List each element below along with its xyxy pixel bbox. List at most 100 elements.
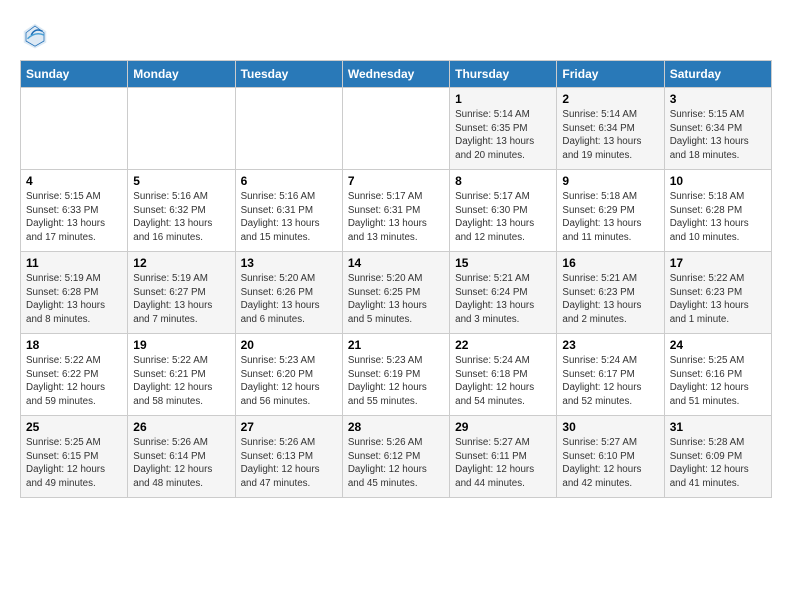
calendar-week-5: 25 Sunrise: 5:25 AMSunset: 6:15 PMDayligh… (21, 416, 772, 498)
calendar-cell: 18 Sunrise: 5:22 AMSunset: 6:22 PMDayligh… (21, 334, 128, 416)
calendar-header-row: SundayMondayTuesdayWednesdayThursdayFrid… (21, 61, 772, 88)
day-number: 1 (455, 92, 551, 106)
calendar-cell: 21Sunrise: 5:23 AMSunset: 6:19 PMDayligh… (342, 334, 449, 416)
day-info: Sunrise: 5:16 AMSunset: 6:31 PMDaylight:… (241, 190, 337, 245)
day-number: 28 (348, 420, 444, 434)
calendar-cell: 30 Sunrise: 5:27 AMSunset: 6:10 PMDayligh… (557, 416, 664, 498)
day-number: 5 (133, 174, 229, 188)
day-info: Sunrise: 5:28 AMSunset: 6:09 PMDaylight:… (670, 436, 766, 491)
calendar-cell: 8 Sunrise: 5:17 AMSunset: 6:30 PMDaylight… (450, 170, 557, 252)
day-info: Sunrise: 5:26 AMSunset: 6:14 PMDaylight:… (133, 436, 229, 491)
day-info: Sunrise: 5:16 AMSunset: 6:32 PMDaylight:… (133, 190, 229, 245)
calendar-week-3: 11Sunrise: 5:19 AMSunset: 6:28 PMDayligh… (21, 252, 772, 334)
logo-icon (20, 20, 50, 50)
calendar-cell: 27 Sunrise: 5:26 AMSunset: 6:13 PMDayligh… (235, 416, 342, 498)
header-thursday: Thursday (450, 61, 557, 88)
day-number: 18 (26, 338, 122, 352)
day-number: 6 (241, 174, 337, 188)
logo (20, 20, 54, 50)
day-number: 23 (562, 338, 658, 352)
day-info: Sunrise: 5:17 AMSunset: 6:30 PMDaylight:… (455, 190, 551, 245)
day-number: 14 (348, 256, 444, 270)
calendar-cell: 13 Sunrise: 5:20 AMSunset: 6:26 PMDayligh… (235, 252, 342, 334)
day-number: 12 (133, 256, 229, 270)
day-info: Sunrise: 5:15 AMSunset: 6:34 PMDaylight:… (670, 108, 766, 163)
header-saturday: Saturday (664, 61, 771, 88)
day-number: 7 (348, 174, 444, 188)
calendar-cell: 10 Sunrise: 5:18 AMSunset: 6:28 PMDayligh… (664, 170, 771, 252)
calendar-cell: 15 Sunrise: 5:21 AMSunset: 6:24 PMDayligh… (450, 252, 557, 334)
calendar-week-4: 18 Sunrise: 5:22 AMSunset: 6:22 PMDayligh… (21, 334, 772, 416)
day-number: 4 (26, 174, 122, 188)
day-number: 8 (455, 174, 551, 188)
calendar-cell: 5 Sunrise: 5:16 AMSunset: 6:32 PMDaylight… (128, 170, 235, 252)
day-info: Sunrise: 5:14 AMSunset: 6:34 PMDaylight:… (562, 108, 658, 163)
day-number: 15 (455, 256, 551, 270)
day-number: 17 (670, 256, 766, 270)
day-number: 10 (670, 174, 766, 188)
calendar-cell: 28Sunrise: 5:26 AMSunset: 6:12 PMDayligh… (342, 416, 449, 498)
day-info: Sunrise: 5:24 AMSunset: 6:18 PMDaylight:… (455, 354, 551, 409)
day-info: Sunrise: 5:22 AMSunset: 6:23 PMDaylight:… (670, 272, 766, 327)
header-friday: Friday (557, 61, 664, 88)
calendar-cell: 3Sunrise: 5:15 AMSunset: 6:34 PMDaylight… (664, 88, 771, 170)
day-info: Sunrise: 5:18 AMSunset: 6:28 PMDaylight:… (670, 190, 766, 245)
calendar-cell: 19 Sunrise: 5:22 AMSunset: 6:21 PMDayligh… (128, 334, 235, 416)
day-info: Sunrise: 5:20 AMSunset: 6:25 PMDaylight:… (348, 272, 444, 327)
day-info: Sunrise: 5:19 AMSunset: 6:28 PMDaylight:… (26, 272, 122, 327)
day-number: 31 (670, 420, 766, 434)
calendar-week-2: 4 Sunrise: 5:15 AMSunset: 6:33 PMDaylight… (21, 170, 772, 252)
calendar-cell: 4 Sunrise: 5:15 AMSunset: 6:33 PMDaylight… (21, 170, 128, 252)
day-info: Sunrise: 5:18 AMSunset: 6:29 PMDaylight:… (562, 190, 658, 245)
day-number: 13 (241, 256, 337, 270)
calendar-cell: 2 Sunrise: 5:14 AMSunset: 6:34 PMDaylight… (557, 88, 664, 170)
calendar-cell: 11Sunrise: 5:19 AMSunset: 6:28 PMDayligh… (21, 252, 128, 334)
day-number: 16 (562, 256, 658, 270)
day-info: Sunrise: 5:26 AMSunset: 6:13 PMDaylight:… (241, 436, 337, 491)
calendar-cell: 29Sunrise: 5:27 AMSunset: 6:11 PMDayligh… (450, 416, 557, 498)
day-info: Sunrise: 5:17 AMSunset: 6:31 PMDaylight:… (348, 190, 444, 245)
calendar-cell: 9Sunrise: 5:18 AMSunset: 6:29 PMDaylight… (557, 170, 664, 252)
calendar-cell: 25 Sunrise: 5:25 AMSunset: 6:15 PMDayligh… (21, 416, 128, 498)
calendar-cell: 17 Sunrise: 5:22 AMSunset: 6:23 PMDayligh… (664, 252, 771, 334)
day-info: Sunrise: 5:21 AMSunset: 6:24 PMDaylight:… (455, 272, 551, 327)
calendar-cell: 24Sunrise: 5:25 AMSunset: 6:16 PMDayligh… (664, 334, 771, 416)
calendar-cell: 20 Sunrise: 5:23 AMSunset: 6:20 PMDayligh… (235, 334, 342, 416)
day-number: 27 (241, 420, 337, 434)
day-info: Sunrise: 5:25 AMSunset: 6:16 PMDaylight:… (670, 354, 766, 409)
calendar-table: SundayMondayTuesdayWednesdayThursdayFrid… (20, 60, 772, 498)
day-number: 20 (241, 338, 337, 352)
day-number: 25 (26, 420, 122, 434)
day-number: 19 (133, 338, 229, 352)
calendar-cell (128, 88, 235, 170)
day-info: Sunrise: 5:19 AMSunset: 6:27 PMDaylight:… (133, 272, 229, 327)
page-header (20, 20, 772, 50)
calendar-cell (235, 88, 342, 170)
day-info: Sunrise: 5:23 AMSunset: 6:19 PMDaylight:… (348, 354, 444, 409)
day-info: Sunrise: 5:21 AMSunset: 6:23 PMDaylight:… (562, 272, 658, 327)
calendar-cell: 14 Sunrise: 5:20 AMSunset: 6:25 PMDayligh… (342, 252, 449, 334)
day-info: Sunrise: 5:25 AMSunset: 6:15 PMDaylight:… (26, 436, 122, 491)
day-number: 30 (562, 420, 658, 434)
calendar-cell: 22Sunrise: 5:24 AMSunset: 6:18 PMDayligh… (450, 334, 557, 416)
day-info: Sunrise: 5:27 AMSunset: 6:10 PMDaylight:… (562, 436, 658, 491)
day-info: Sunrise: 5:22 AMSunset: 6:22 PMDaylight:… (26, 354, 122, 409)
calendar-cell (342, 88, 449, 170)
calendar-cell: 26 Sunrise: 5:26 AMSunset: 6:14 PMDayligh… (128, 416, 235, 498)
calendar-cell: 12 Sunrise: 5:19 AMSunset: 6:27 PMDayligh… (128, 252, 235, 334)
day-info: Sunrise: 5:24 AMSunset: 6:17 PMDaylight:… (562, 354, 658, 409)
header-sunday: Sunday (21, 61, 128, 88)
calendar-cell (21, 88, 128, 170)
day-info: Sunrise: 5:20 AMSunset: 6:26 PMDaylight:… (241, 272, 337, 327)
day-info: Sunrise: 5:22 AMSunset: 6:21 PMDaylight:… (133, 354, 229, 409)
calendar-cell: 16 Sunrise: 5:21 AMSunset: 6:23 PMDayligh… (557, 252, 664, 334)
day-info: Sunrise: 5:15 AMSunset: 6:33 PMDaylight:… (26, 190, 122, 245)
day-number: 2 (562, 92, 658, 106)
calendar-cell: 23 Sunrise: 5:24 AMSunset: 6:17 PMDayligh… (557, 334, 664, 416)
header-monday: Monday (128, 61, 235, 88)
day-info: Sunrise: 5:14 AMSunset: 6:35 PMDaylight:… (455, 108, 551, 163)
header-wednesday: Wednesday (342, 61, 449, 88)
day-number: 26 (133, 420, 229, 434)
day-info: Sunrise: 5:23 AMSunset: 6:20 PMDaylight:… (241, 354, 337, 409)
day-info: Sunrise: 5:27 AMSunset: 6:11 PMDaylight:… (455, 436, 551, 491)
